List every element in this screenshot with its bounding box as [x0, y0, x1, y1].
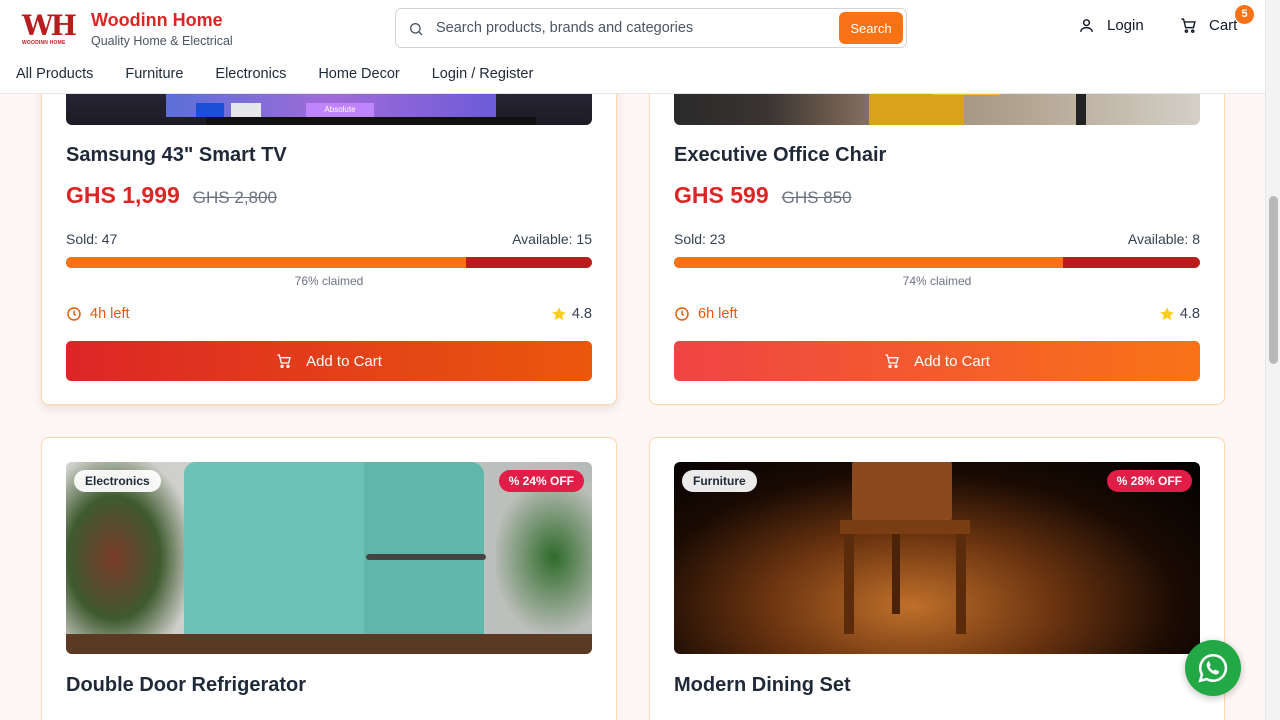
cart-icon	[277, 354, 291, 368]
page-scrollbar[interactable]	[1265, 0, 1280, 720]
nav-login-register[interactable]: Login / Register	[432, 66, 534, 82]
discount-label: 28% OFF	[1130, 474, 1182, 488]
add-to-cart-button[interactable]: Add to Cart	[674, 341, 1200, 381]
logo-subtext: WOODINN HOME	[22, 40, 66, 46]
rating: 4.8	[1159, 306, 1200, 322]
logo[interactable]: WH WOODINN HOME	[22, 9, 77, 48]
rating: 4.8	[551, 306, 592, 322]
sold-count: Sold: 23	[674, 231, 726, 247]
whatsapp-button[interactable]	[1185, 640, 1241, 696]
user-icon	[1080, 19, 1093, 32]
time-left: 4h left	[66, 306, 130, 322]
claimed-progress-bar	[66, 257, 592, 268]
main-nav: All Products Furniture Electronics Home …	[16, 66, 565, 82]
brand-tagline: Quality Home & Electrical	[91, 34, 233, 48]
clock-icon	[67, 307, 81, 321]
add-to-cart-label: Add to Cart	[306, 352, 382, 370]
rating-value: 4.8	[571, 306, 592, 322]
nav-home-decor[interactable]: Home Decor	[318, 66, 399, 82]
search-button[interactable]: Search	[839, 12, 903, 44]
available-count: Available: 8	[1127, 231, 1200, 247]
stock-stats: Sold: 23 Available: 8	[674, 231, 1200, 247]
login-link[interactable]: Login	[1078, 17, 1144, 34]
original-price: GHS 850	[781, 188, 852, 207]
search-icon	[410, 23, 423, 36]
product-title[interactable]: Executive Office Chair	[674, 144, 886, 167]
category-badge: Furniture	[682, 470, 757, 492]
available-count: Available: 15	[512, 231, 592, 247]
time-left-label: 4h left	[90, 306, 130, 322]
product-image[interactable]: Electronics % 24% OFF	[66, 462, 592, 654]
login-label: Login	[1107, 17, 1144, 34]
product-card[interactable]: Electronics % 24% OFF Double Door Refrig…	[41, 437, 617, 720]
claimed-progress-fill	[66, 257, 466, 268]
logo-letters: WH	[22, 9, 77, 42]
claimed-progress-fill	[674, 257, 1064, 268]
percent-icon: %	[508, 474, 520, 488]
category-badge: Electronics	[74, 470, 161, 492]
cart-label: Cart	[1209, 17, 1238, 34]
brand-name[interactable]: Woodinn Home	[91, 9, 233, 31]
product-card[interactable]: Furniture % 28% OFF Modern Dining Set	[649, 437, 1225, 720]
discount-label: 24% OFF	[522, 474, 574, 488]
site-header: WH WOODINN HOME Woodinn Home Quality Hom…	[0, 0, 1265, 94]
add-to-cart-button[interactable]: Add to Cart	[66, 341, 592, 381]
claimed-progress-bar	[674, 257, 1200, 268]
whatsapp-icon	[1198, 653, 1228, 683]
scrollbar-thumb[interactable]	[1269, 196, 1278, 364]
product-price: GHS 1,999 GHS 2,800	[66, 182, 277, 209]
discount-badge: % 24% OFF	[498, 470, 584, 492]
current-price: GHS 599	[674, 182, 769, 208]
stock-stats: Sold: 47 Available: 15	[66, 231, 592, 247]
brand[interactable]: WH WOODINN HOME Woodinn Home Quality Hom…	[22, 9, 233, 48]
product-meta: 4h left 4.8	[66, 306, 592, 322]
discount-badge: % 28% OFF	[1106, 470, 1192, 492]
product-price: GHS 599 GHS 850	[674, 182, 852, 209]
search-input[interactable]	[436, 13, 831, 43]
original-price: GHS 2,800	[192, 188, 277, 207]
claimed-text: 74% claimed	[902, 274, 972, 288]
product-image[interactable]: Furniture % 28% OFF	[674, 462, 1200, 654]
cart-count-badge: 5	[1235, 5, 1254, 24]
nav-furniture[interactable]: Furniture	[125, 66, 183, 82]
time-left-label: 6h left	[698, 306, 738, 322]
current-price: GHS 1,999	[66, 182, 180, 208]
nav-electronics[interactable]: Electronics	[215, 66, 286, 82]
cart-icon	[1181, 18, 1196, 33]
star-icon	[1160, 307, 1174, 321]
percent-icon: %	[1116, 474, 1128, 488]
time-left: 6h left	[674, 306, 738, 322]
tv-screen-label: Absolute	[306, 103, 374, 117]
claimed-text: 76% claimed	[294, 274, 364, 288]
brand-text: Woodinn Home Quality Home & Electrical	[91, 9, 233, 48]
product-meta: 6h left 4.8	[674, 306, 1200, 322]
product-title[interactable]: Samsung 43" Smart TV	[66, 144, 287, 167]
product-title[interactable]: Modern Dining Set	[674, 674, 851, 697]
add-to-cart-label: Add to Cart	[914, 352, 990, 370]
rating-value: 4.8	[1179, 306, 1200, 322]
sold-count: Sold: 47	[66, 231, 118, 247]
cart-icon	[885, 354, 899, 368]
star-icon	[552, 307, 566, 321]
clock-icon	[675, 307, 689, 321]
search-bar: Search	[395, 8, 907, 48]
nav-all-products[interactable]: All Products	[16, 66, 93, 82]
cart-link[interactable]: Cart	[1180, 17, 1237, 34]
product-title[interactable]: Double Door Refrigerator	[66, 674, 306, 697]
